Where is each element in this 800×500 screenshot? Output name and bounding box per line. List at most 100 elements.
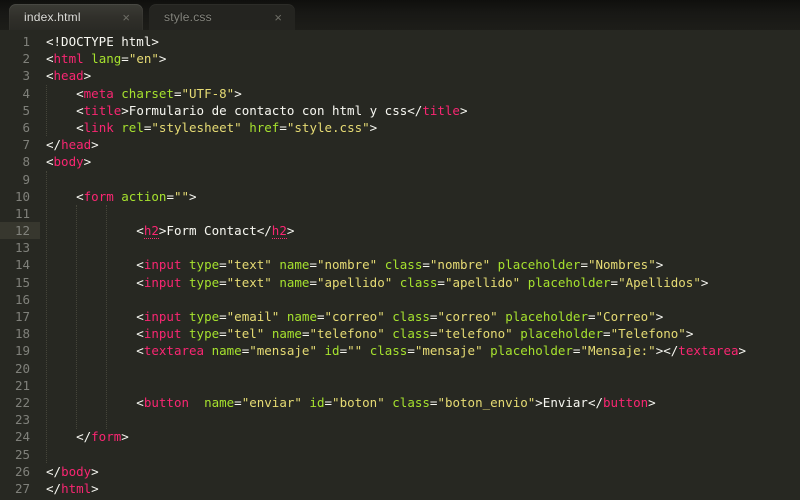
- code-text: <input type="tel" name="telefono" class=…: [46, 325, 693, 342]
- code-line: 21: [0, 377, 800, 394]
- code-editor[interactable]: 1<!DOCTYPE html>2<html lang="en">3<head>…: [0, 30, 800, 500]
- line-number: 8: [0, 153, 30, 170]
- code-token: [392, 275, 400, 290]
- code-token: "boton_envio": [437, 395, 535, 410]
- code-token: class: [385, 257, 423, 272]
- code-line: 13: [0, 239, 800, 256]
- tab-bar: index.html × style.css ×: [0, 0, 800, 30]
- code-text: <input type="text" name="nombre" class="…: [46, 256, 663, 273]
- code-line: 22 <button name="enviar" id="boton" clas…: [0, 394, 800, 411]
- code-token: "apellido": [317, 275, 392, 290]
- code-token: >: [121, 429, 129, 444]
- tab-label[interactable]: style.css: [164, 10, 263, 24]
- close-icon[interactable]: ×: [119, 10, 133, 25]
- code-token: =: [234, 395, 242, 410]
- code-token: >: [287, 223, 295, 238]
- code-token: [181, 326, 189, 341]
- line-number: 18: [0, 325, 30, 342]
- code-token: "UTF-8": [182, 86, 235, 101]
- code-token: class: [370, 343, 408, 358]
- line-number: 16: [0, 291, 30, 308]
- code-token: >: [656, 257, 664, 272]
- code-token: =: [588, 309, 596, 324]
- code-token: =: [219, 275, 227, 290]
- code-line: 5 <title>Formulario de contacto con html…: [0, 102, 800, 119]
- code-token: type: [189, 257, 219, 272]
- code-token: "telefono": [309, 326, 384, 341]
- code-token: >: [91, 464, 99, 479]
- code-token: id: [309, 395, 324, 410]
- code-token: "Telefono": [611, 326, 686, 341]
- code-token: >: [656, 309, 664, 324]
- code-token: <: [46, 309, 144, 324]
- code-token: placeholder: [490, 343, 573, 358]
- code-token: href: [249, 120, 279, 135]
- code-token: ></: [656, 343, 679, 358]
- line-number: 23: [0, 411, 30, 428]
- code-token: <: [46, 326, 144, 341]
- code-line: 2<html lang="en">: [0, 50, 800, 67]
- code-token: title: [422, 103, 460, 118]
- code-text: <button name="enviar" id="boton" class="…: [46, 394, 656, 411]
- code-line: 12 <h2>Form Contact</h2>: [0, 222, 800, 239]
- code-token: form: [91, 429, 121, 444]
- code-token: =: [219, 326, 227, 341]
- code-token: [362, 343, 370, 358]
- code-token: <: [46, 68, 54, 83]
- code-token: [377, 257, 385, 272]
- code-token: "Nombres": [588, 257, 656, 272]
- close-icon[interactable]: ×: [271, 10, 285, 25]
- code-token: lang: [91, 51, 121, 66]
- code-token: =: [407, 343, 415, 358]
- code-token: "Mensaje:": [580, 343, 655, 358]
- code-token: "enviar": [242, 395, 302, 410]
- code-token: [520, 275, 528, 290]
- code-line: 10 <form action="">: [0, 188, 800, 205]
- code-token: >: [84, 154, 92, 169]
- code-token: h2: [272, 223, 287, 239]
- code-token: </: [46, 429, 91, 444]
- tab-index-html[interactable]: index.html ×: [9, 4, 143, 30]
- code-token: type: [189, 326, 219, 341]
- code-area: 1<!DOCTYPE html>2<html lang="en">3<head>…: [0, 33, 800, 497]
- indent-guide: [46, 85, 47, 137]
- code-token: =: [279, 120, 287, 135]
- code-token: "text": [227, 275, 272, 290]
- code-token: "stylesheet": [151, 120, 241, 135]
- code-token: meta: [84, 86, 114, 101]
- code-token: =: [325, 395, 333, 410]
- code-token: =: [422, 257, 430, 272]
- line-number: 3: [0, 67, 30, 84]
- code-token: placeholder: [498, 257, 581, 272]
- code-text: </html>: [46, 480, 99, 497]
- tab-style-css[interactable]: style.css ×: [149, 4, 295, 30]
- code-line: 3<head>: [0, 67, 800, 84]
- code-text: <body>: [46, 153, 91, 170]
- tab-label[interactable]: index.html: [24, 10, 111, 24]
- code-token: =: [219, 309, 227, 324]
- code-token: placeholder: [520, 326, 603, 341]
- code-text: </head>: [46, 136, 99, 153]
- code-token: <: [46, 257, 144, 272]
- code-text: </body>: [46, 463, 99, 480]
- indent-guide: [106, 205, 107, 429]
- line-number: 26: [0, 463, 30, 480]
- code-token: >: [648, 395, 656, 410]
- code-token: name: [272, 326, 302, 341]
- code-token: >Form Contact</: [159, 223, 272, 238]
- code-token: "apellido": [445, 275, 520, 290]
- code-token: =: [309, 257, 317, 272]
- code-token: charset: [121, 86, 174, 101]
- code-token: =: [121, 51, 129, 66]
- editor-window: index.html × style.css × 1<!DOCTYPE html…: [0, 0, 800, 500]
- code-token: [264, 326, 272, 341]
- code-token: name: [279, 257, 309, 272]
- code-line: 20: [0, 360, 800, 377]
- code-token: placeholder: [505, 309, 588, 324]
- code-token: >: [686, 326, 694, 341]
- line-number: 24: [0, 428, 30, 445]
- code-line: 1<!DOCTYPE html>: [0, 33, 800, 50]
- code-token: textarea: [678, 343, 738, 358]
- code-token: class: [392, 395, 430, 410]
- line-number: 7: [0, 136, 30, 153]
